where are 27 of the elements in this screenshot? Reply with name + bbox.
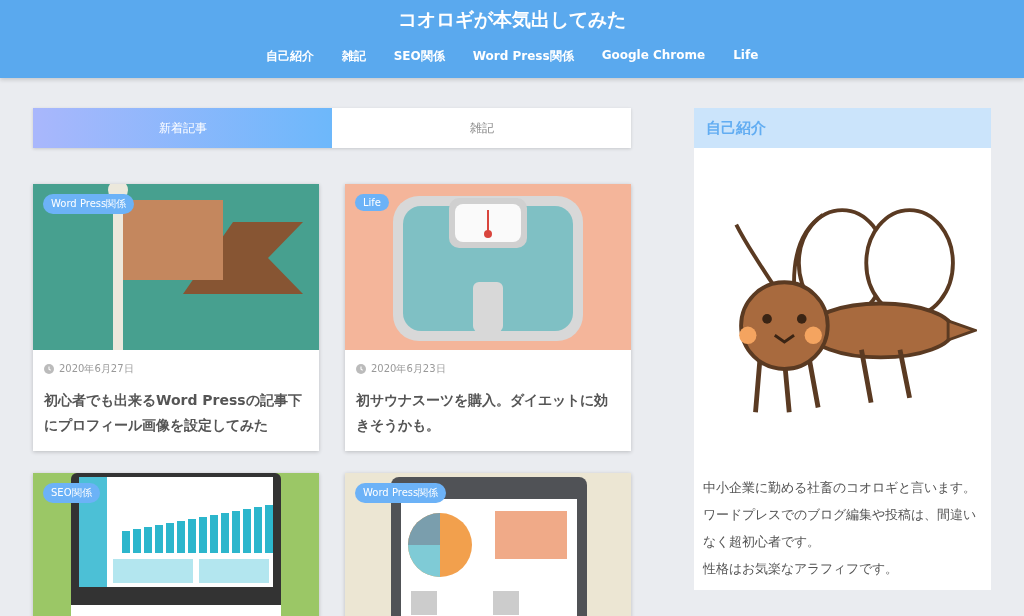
tab[interactable]: 雑記	[332, 108, 631, 148]
post-card[interactable]: Word Press関係 2020年6月27日 初心者でも出来るWord Pressの記事下にプロフィール画像を設定してみた	[33, 184, 319, 451]
category-badge[interactable]: Life	[355, 194, 390, 211]
category-badge[interactable]: Word Press関係	[43, 194, 135, 214]
nav-link[interactable]: Google Chrome	[601, 48, 706, 65]
post-date: 2020年6月23日	[371, 362, 446, 376]
nav-link[interactable]: 自己紹介	[265, 48, 314, 65]
category-badge[interactable]: SEO関係	[43, 483, 100, 503]
post-date: 2020年6月27日	[59, 362, 134, 376]
tab[interactable]: 新着記事	[33, 108, 332, 148]
site-title[interactable]: コオロギが本気出してみた	[398, 7, 626, 33]
widget-heading: 自己紹介	[694, 108, 991, 148]
profile-text: 中小企業に勤める社畜のコオロギと言います。	[703, 479, 977, 497]
post-card[interactable]: SEO関係	[33, 473, 319, 616]
nav-link[interactable]: SEO関係	[393, 48, 445, 65]
post-card[interactable]: Life 2020年6月23日 初サウナスーツを購入。ダイエットに効きそうかも。	[345, 184, 631, 451]
nav-link[interactable]: Life	[733, 48, 759, 65]
clock-icon	[356, 364, 366, 374]
nav-link[interactable]: Word Press関係	[472, 48, 574, 65]
clock-icon	[44, 364, 54, 374]
nav-link[interactable]: 雑記	[341, 48, 366, 65]
profile-text: ワードプレスでのブログ編集や投稿は、間違いなく超初心者です。	[703, 506, 977, 551]
post-title[interactable]: 初サウナスーツを購入。ダイエットに効きそうかも。	[356, 388, 620, 438]
post-title[interactable]: 初心者でも出来るWord Pressの記事下にプロフィール画像を設定してみた	[44, 388, 308, 438]
category-badge[interactable]: Word Press関係	[355, 483, 447, 503]
profile-text: 性格はお気楽なアラフィフです。	[703, 560, 899, 578]
post-card[interactable]: Word Press関係	[345, 473, 631, 616]
